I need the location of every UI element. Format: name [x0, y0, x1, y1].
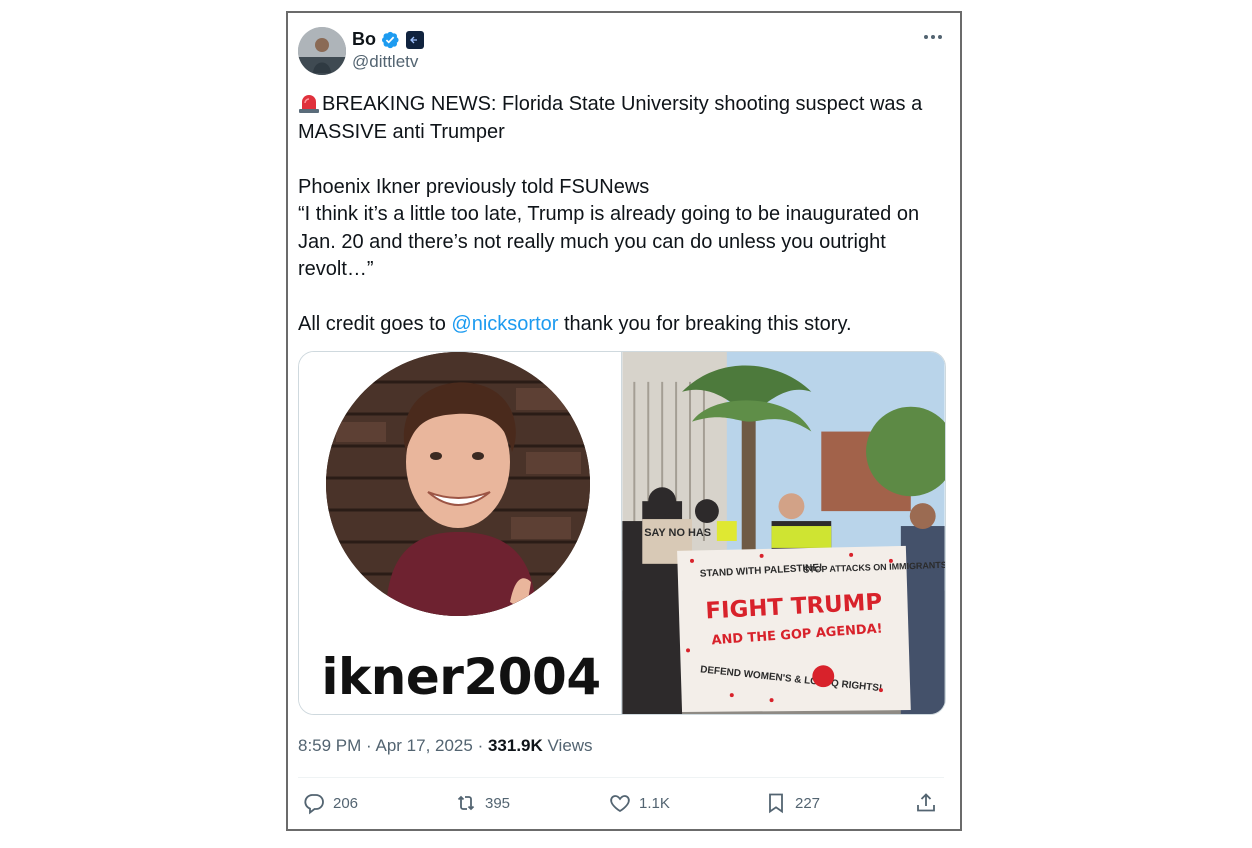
tweet-date[interactable]: Apr 17, 2025 — [375, 736, 472, 755]
tweet-text: BREAKING NEWS: Florida State University … — [298, 91, 938, 339]
tweet-quote: “I think it’s a little too late, Trump i… — [298, 203, 925, 280]
verified-badge-icon — [382, 31, 399, 48]
retweet-count: 395 — [485, 794, 511, 812]
like-count: 1.1K — [639, 794, 670, 812]
tweet-media[interactable]: ikner2004 SAY NO HAS STAND WITH PALESTIN… — [298, 351, 946, 715]
tweet-line-1: BREAKING NEWS: Florida State University … — [298, 93, 928, 143]
tweet-timestamp: 8:59 PM · Apr 17, 2025 · 331.9K Views — [298, 736, 593, 755]
author-handle[interactable]: @dittletv — [352, 52, 418, 72]
retweet-icon — [457, 795, 475, 811]
profile-photo — [326, 352, 590, 616]
heart-icon — [610, 795, 630, 813]
reply-button[interactable]: 206 — [302, 791, 358, 815]
credit-prefix: All credit goes to — [298, 313, 452, 335]
author-name-row: Bo — [352, 29, 424, 50]
media-profile-image[interactable]: ikner2004 — [299, 352, 622, 714]
tweet-time[interactable]: 8:59 PM — [298, 736, 361, 755]
tweet-card: Bo @dittletv BREAKING NEWS: Florida Stat… — [286, 11, 962, 831]
more-options-icon[interactable] — [920, 27, 946, 47]
bookmark-button[interactable]: 227 — [764, 791, 820, 815]
views-label: Views — [547, 736, 593, 755]
reply-icon — [304, 794, 324, 815]
siren-emoji-icon — [299, 95, 319, 113]
like-button[interactable]: 1.1K — [608, 791, 670, 815]
share-icon — [917, 793, 935, 812]
media-protest-photo[interactable]: SAY NO HAS STAND WITH PALESTINE! STOP AT… — [622, 352, 945, 714]
reply-count: 206 — [333, 794, 359, 812]
share-button[interactable] — [914, 791, 938, 815]
bookmark-count: 227 — [795, 794, 821, 812]
tweet-paragraph-1: BREAKING NEWS: Florida State University … — [298, 91, 938, 146]
credit-suffix: thank you for breaking this story. — [558, 313, 852, 335]
mention-link[interactable]: @nicksortor — [451, 313, 558, 335]
sign-left-text: SAY NO HAS — [644, 527, 711, 539]
retweet-button[interactable]: 395 — [454, 791, 510, 815]
views-count: 331.9K — [487, 736, 543, 755]
author-display-name[interactable]: Bo — [352, 29, 376, 50]
actions-divider — [298, 777, 944, 778]
tweet-actions: 206 395 1.1K 227 — [302, 791, 942, 819]
author-avatar[interactable] — [298, 27, 346, 75]
tweet-paragraph-3: All credit goes to @nicksortor thank you… — [298, 311, 938, 339]
bookmark-icon — [769, 793, 783, 814]
profile-username-text: ikner2004 — [321, 648, 601, 706]
tweet-paragraph-2-line-1: Phoenix Ikner previously told FSUNews — [298, 175, 650, 198]
affiliation-badge-icon — [406, 30, 424, 49]
